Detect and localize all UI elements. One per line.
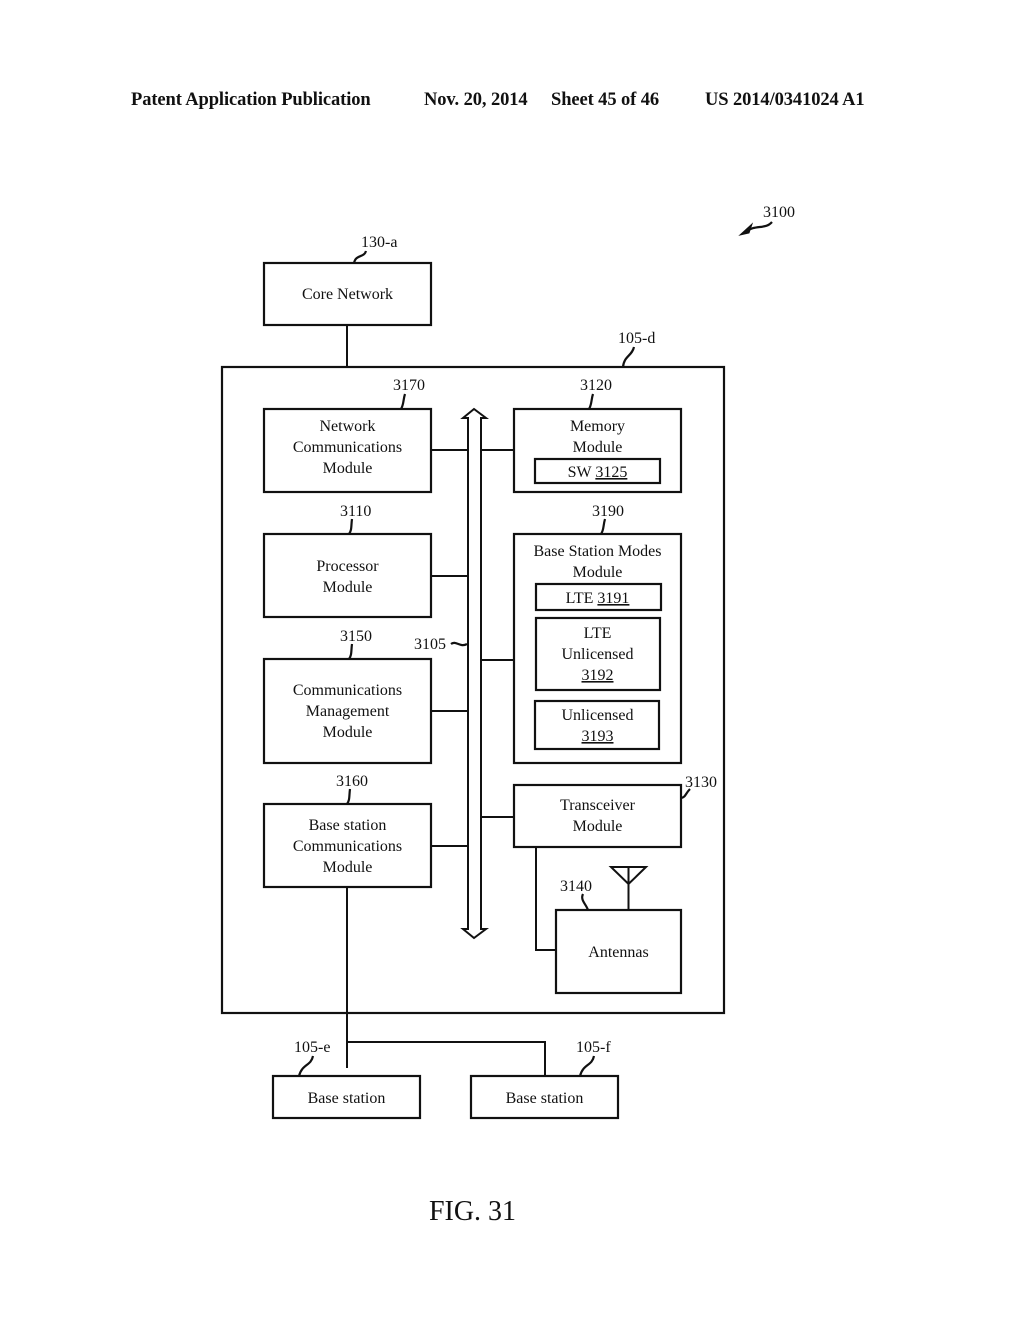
network-comm-label-line1: Network <box>320 418 376 435</box>
antennas-module: Antennas <box>554 908 683 995</box>
base-station-f-ref: 105-f <box>576 1039 611 1056</box>
memory-label-line1: Memory <box>570 418 625 435</box>
antennas-ref: 3140 <box>560 878 592 895</box>
bs-modes-ref: 3190 <box>592 503 624 520</box>
base-station-e-ref: 105-e <box>294 1039 330 1056</box>
base-station-f-ref-leader <box>578 1055 596 1077</box>
base-station-f-label: Base station <box>506 1090 584 1107</box>
transceiver-ref: 3130 <box>685 774 717 791</box>
base-station-e-label: Base station <box>308 1090 386 1107</box>
core-network-ref-leader <box>352 250 368 264</box>
antennas-label: Antennas <box>588 944 648 961</box>
figure-ref: 3100 <box>763 204 795 221</box>
base-station-e: Base station <box>271 1074 422 1120</box>
unlicensed-ref: 3193 <box>582 728 614 745</box>
device-ref: 105-d <box>618 330 655 347</box>
bus-ref: 3105 <box>414 636 446 653</box>
device-ref-leader <box>621 346 636 368</box>
bs-modes-label-line2: Module <box>573 564 623 581</box>
processor-ref: 3110 <box>340 503 371 520</box>
software-label: SW 3125 <box>568 464 628 481</box>
comm-mgmt-label-line2: Management <box>306 703 390 720</box>
bs-comm-label-line2: Communications <box>293 838 402 855</box>
unlicensed-label: Unlicensed <box>562 707 634 724</box>
lte-unlicensed-label-line2: Unlicensed <box>562 646 634 663</box>
lte-unlicensed-ref: 3192 <box>582 667 614 684</box>
core-network-box: Core Network <box>262 261 433 327</box>
block-diagram: 3100 Core Network 130-a 105-d 3105 Netwo… <box>220 204 795 1120</box>
lte-mode-label: LTE 3191 <box>566 590 630 607</box>
base-station-modes-module: Base Station Modes Module LTE 3191 LTE U… <box>512 532 683 765</box>
bs-comm-label-line1: Base station <box>309 817 387 834</box>
memory-ref: 3120 <box>580 377 612 394</box>
processor-label-line1: Processor <box>316 558 379 575</box>
memory-label-line2: Module <box>573 439 623 456</box>
communications-management-module: Communications Management Module <box>262 657 433 765</box>
lte-unlicensed-label-line1: LTE <box>584 625 612 642</box>
bs-modes-label-line1: Base Station Modes <box>534 543 662 560</box>
bs-comm-ref: 3160 <box>336 773 368 790</box>
base-station-communications-module: Base station Communications Module <box>262 802 433 889</box>
transceiver-label-line2: Module <box>573 818 623 835</box>
core-network-ref: 130-a <box>361 234 397 251</box>
network-comm-label-line3: Module <box>323 460 373 477</box>
base-station-e-ref-leader <box>297 1055 315 1077</box>
network-comm-ref: 3170 <box>393 377 425 394</box>
figure-ref-arrowhead-icon <box>738 222 754 236</box>
lte-mode-ref: 3191 <box>597 590 629 607</box>
processor-module: Processor Module <box>262 532 433 619</box>
network-communications-module: Network Communications Module <box>262 407 433 494</box>
comm-mgmt-label-line1: Communications <box>293 682 402 699</box>
comm-mgmt-label-line3: Module <box>323 724 373 741</box>
comm-mgmt-ref: 3150 <box>340 628 372 645</box>
software-label-text: SW <box>568 464 596 481</box>
processor-label-line2: Module <box>323 579 373 596</box>
lte-mode-text: LTE <box>566 590 598 607</box>
memory-module: Memory Module SW 3125 <box>512 407 683 494</box>
figure-caption: FIG. 31 <box>428 1196 517 1227</box>
network-comm-label-line2: Communications <box>293 439 402 456</box>
bs-comm-label-line3: Module <box>323 859 373 876</box>
transceiver-label-line1: Transceiver <box>560 797 636 814</box>
base-station-f: Base station <box>469 1074 620 1120</box>
base-station-f-link <box>347 1041 546 1076</box>
transceiver-module: Transceiver Module <box>512 783 683 849</box>
core-network-label: Core Network <box>302 286 393 303</box>
software-ref: 3125 <box>595 464 627 481</box>
